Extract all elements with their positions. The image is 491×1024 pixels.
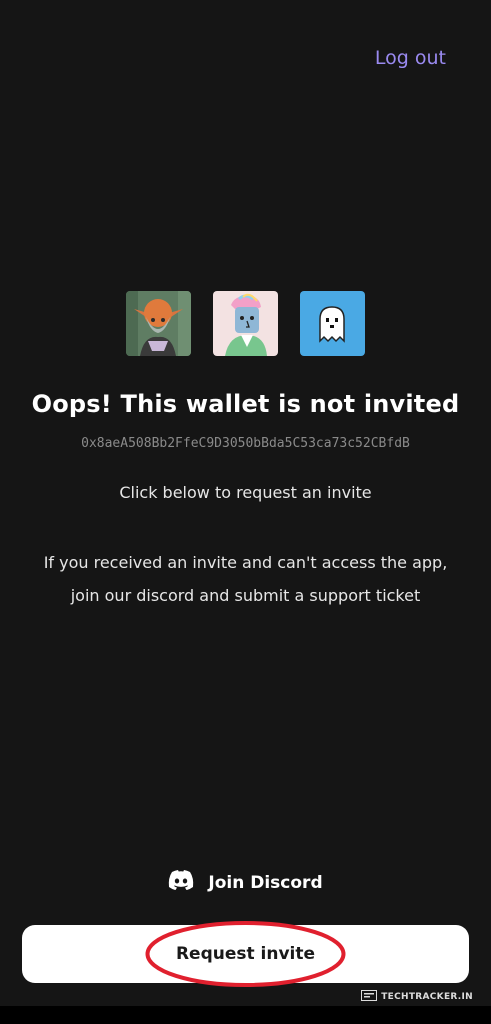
app-screen: Log out Oops! This wallet is not invited… (0, 0, 491, 1006)
logout-link[interactable]: Log out (375, 47, 446, 69)
request-invite-label: Request invite (175, 944, 316, 964)
watermark-logo-icon (361, 990, 378, 1004)
discord-icon (168, 870, 194, 895)
watermark: TECHTRACKER.IN (361, 990, 473, 1004)
avatar-row (0, 291, 491, 356)
join-discord-button[interactable]: Join Discord (0, 870, 491, 895)
support-instruction-text: If you received an invite and can't acce… (10, 546, 481, 612)
punk-nft-avatar (213, 291, 278, 356)
join-discord-label: Join Discord (208, 872, 323, 893)
elf-nft-avatar (126, 291, 191, 356)
ghost-nft-avatar (300, 291, 365, 356)
wallet-address: 0x8aeA508Bb2FfeC9D3050bBda5C53ca73c52CBf… (81, 436, 410, 451)
request-instruction-text: Click below to request an invite (119, 483, 372, 502)
request-invite-button[interactable]: Request invite (22, 925, 469, 983)
watermark-text: TECHTRACKER.IN (381, 992, 473, 1002)
support-text-line-1: If you received an invite and can't acce… (43, 553, 448, 572)
support-text-line-2: join our discord and submit a support ti… (70, 586, 421, 605)
page-title: Oops! This wallet is not invited (31, 390, 460, 418)
